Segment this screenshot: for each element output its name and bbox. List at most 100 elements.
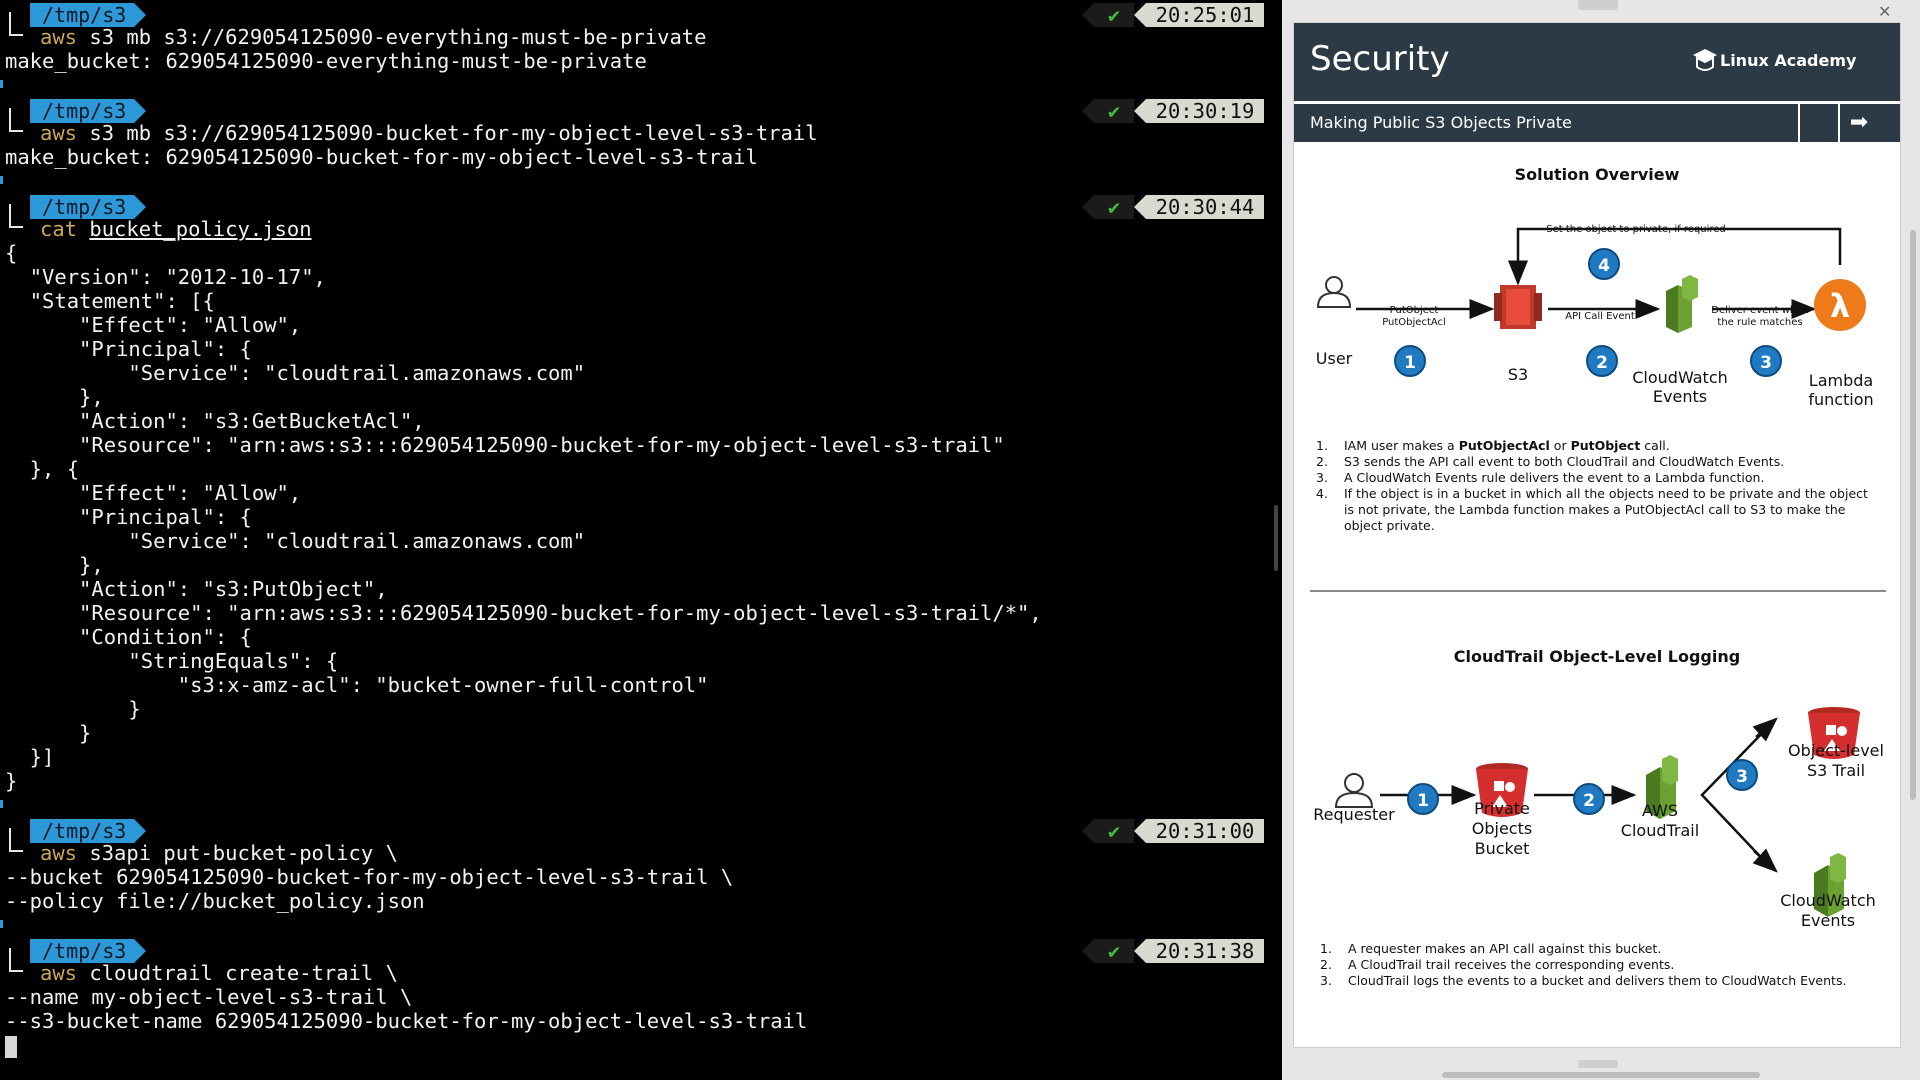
slide-subtitle-bar: Making Public S3 Objects Private ➡: [1294, 104, 1900, 142]
prompt-directory: /tmp/s3: [30, 3, 147, 27]
output-line: "Action": "s3:GetBucketAcl",: [5, 409, 425, 433]
prompt-marker: [0, 80, 3, 88]
output-line: make_bucket: 629054125090-everything-mus…: [5, 49, 647, 73]
step-badge: 4: [1588, 248, 1620, 280]
output-line: {: [5, 241, 18, 265]
cloudwatch-events-label: CloudWatch Events: [1780, 891, 1876, 930]
solution-overview-heading: Solution Overview: [1514, 165, 1680, 184]
output-line: "Service": "cloudtrail.amazonaws.com": [5, 529, 586, 553]
cloudtrail-label: AWS CloudTrail: [1620, 801, 1700, 840]
prompt-marker: [0, 920, 3, 928]
output-line: --policy file://bucket_policy.json: [5, 889, 425, 913]
output-line: "Condition": {: [5, 625, 252, 649]
prompt-bracket: [9, 948, 23, 972]
arrow3-label-line1: Deliver event when: [1711, 305, 1809, 316]
output-line: "Action": "s3:PutObject",: [5, 577, 388, 601]
user-icon: [1316, 276, 1352, 308]
output-line: "Version": "2012-10-17",: [5, 265, 326, 289]
arrow-to-cwevents: [1752, 848, 1778, 873]
output-line: },: [5, 553, 104, 577]
prompt-directory: /tmp/s3: [30, 195, 147, 219]
feedback-arrow: [1508, 227, 1842, 286]
output-line: }: [5, 769, 18, 793]
step-badge: 1: [1394, 345, 1426, 377]
arrow1-label-line1: PutObject: [1389, 305, 1439, 316]
slide: Security Linux Academy Making Public S3 …: [1293, 22, 1901, 1048]
panel-vertical-scrollbar[interactable]: [1910, 230, 1916, 800]
cloudwatch-icon: [1666, 275, 1698, 333]
success-check-icon: ✔: [1082, 819, 1134, 843]
arrow1-label-line2: PutObjectAcl: [1382, 317, 1446, 328]
success-check-icon: ✔: [1082, 99, 1134, 123]
prompt-timestamp: 20:31:00: [1134, 819, 1264, 843]
next-arrow-icon[interactable]: ➡: [1838, 104, 1878, 142]
prev-button[interactable]: [1798, 104, 1838, 142]
output-line: "Effect": "Allow",: [5, 481, 302, 505]
output-line: "Principal": {: [5, 337, 252, 361]
prompt-bracket: [9, 204, 23, 228]
success-check-icon: ✔: [1082, 3, 1134, 27]
trail-label: Object-level S3 Trail: [1788, 741, 1884, 780]
command-args: s3 mb s3://629054125090-everything-must-…: [77, 25, 707, 49]
logging-heading: CloudTrail Object-Level Logging: [1453, 647, 1741, 666]
prompt-directory: /tmp/s3: [30, 939, 147, 963]
panel-resize-grip[interactable]: [1578, 1060, 1618, 1068]
list-item: 1. IAM user makes a PutObjectAcl or PutOb…: [1316, 438, 1670, 453]
terminal-scrollbar[interactable]: [1274, 505, 1278, 571]
prompt-marker: [0, 800, 3, 808]
prompt-status: ✔ 20:31:00: [1082, 819, 1266, 843]
list-item: 2. A CloudTrail trail receives the corres…: [1320, 957, 1675, 972]
panel-resize-grip[interactable]: [1578, 0, 1618, 10]
prompt-status: ✔ 20:30:19: [1082, 99, 1266, 123]
output-line: "Statement": [{: [5, 289, 215, 313]
step-badge: 1: [1407, 783, 1439, 815]
command-args: s3api put-bucket-policy \: [77, 841, 398, 865]
command-line: aws s3 mb s3://629054125090-bucket-for-m…: [40, 121, 818, 145]
command-keyword: aws: [40, 25, 78, 49]
output-line: "Effect": "Allow",: [5, 313, 302, 337]
command-line: aws s3 mb s3://629054125090-everything-m…: [40, 25, 706, 49]
arrow-to-trail: [1752, 717, 1778, 742]
slide-panel: ✕ Security Linux Academy Making Public S…: [1282, 0, 1920, 1080]
step-badge: 2: [1586, 345, 1618, 377]
output-line: }: [5, 697, 141, 721]
panel-horizontal-scrollbar[interactable]: [1442, 1072, 1760, 1078]
output-line: }, {: [5, 457, 80, 481]
command-keyword: aws: [40, 121, 78, 145]
prompt-timestamp: 20:25:01: [1134, 3, 1264, 27]
graduation-cap-icon: [1693, 49, 1717, 71]
output-line: "Resource": "arn:aws:s3:::629054125090-b…: [5, 433, 1005, 457]
list-item: 3. A CloudWatch Events rule delivers the …: [1316, 470, 1765, 485]
command-args: s3 mb s3://629054125090-bucket-for-my-ob…: [77, 121, 818, 145]
prompt-directory: /tmp/s3: [30, 99, 147, 123]
output-line: }: [5, 721, 92, 745]
output-line: },: [5, 385, 104, 409]
terminal-window[interactable]: /tmp/s3 aws s3 mb s3://629054125090-ever…: [0, 0, 1282, 1080]
bucket-label: Private Objects Bucket: [1471, 799, 1533, 858]
prompt-bracket: [9, 828, 23, 852]
output-line: "Service": "cloudtrail.amazonaws.com": [5, 361, 586, 385]
command-file-arg[interactable]: bucket_policy.json: [89, 217, 311, 241]
arrow3-label-line2: the rule matches: [1717, 317, 1803, 328]
output-line: --s3-bucket-name 629054125090-bucket-for…: [5, 1009, 808, 1033]
slide-subtitle: Making Public S3 Objects Private: [1310, 113, 1572, 132]
prompt-bracket: [9, 12, 23, 36]
step-badge: 2: [1573, 783, 1605, 815]
requester-label: Requester: [1313, 805, 1395, 824]
lambda-label: Lambda function: [1808, 371, 1874, 409]
list-item: 3. CloudTrail logs the events to a bucket…: [1320, 973, 1847, 988]
command-keyword: cat: [40, 217, 78, 241]
command-line: aws cloudtrail create-trail \: [40, 961, 398, 985]
user-label: User: [1315, 349, 1353, 368]
prompt-status: ✔ 20:31:38: [1082, 939, 1266, 963]
arrow-fork: [1700, 720, 1775, 870]
s3-icon: [1494, 285, 1542, 329]
output-line: "Resource": "arn:aws:s3:::629054125090-b…: [5, 601, 1042, 625]
svg-text:λ: λ: [1830, 287, 1850, 325]
step-badge: 3: [1750, 345, 1782, 377]
output-line: --name my-object-level-s3-trail \: [5, 985, 413, 1009]
step-badge: 3: [1726, 759, 1758, 791]
close-icon[interactable]: ✕: [1878, 4, 1891, 20]
prompt-directory: /tmp/s3: [30, 819, 147, 843]
command-line: aws s3api put-bucket-policy \: [40, 841, 398, 865]
